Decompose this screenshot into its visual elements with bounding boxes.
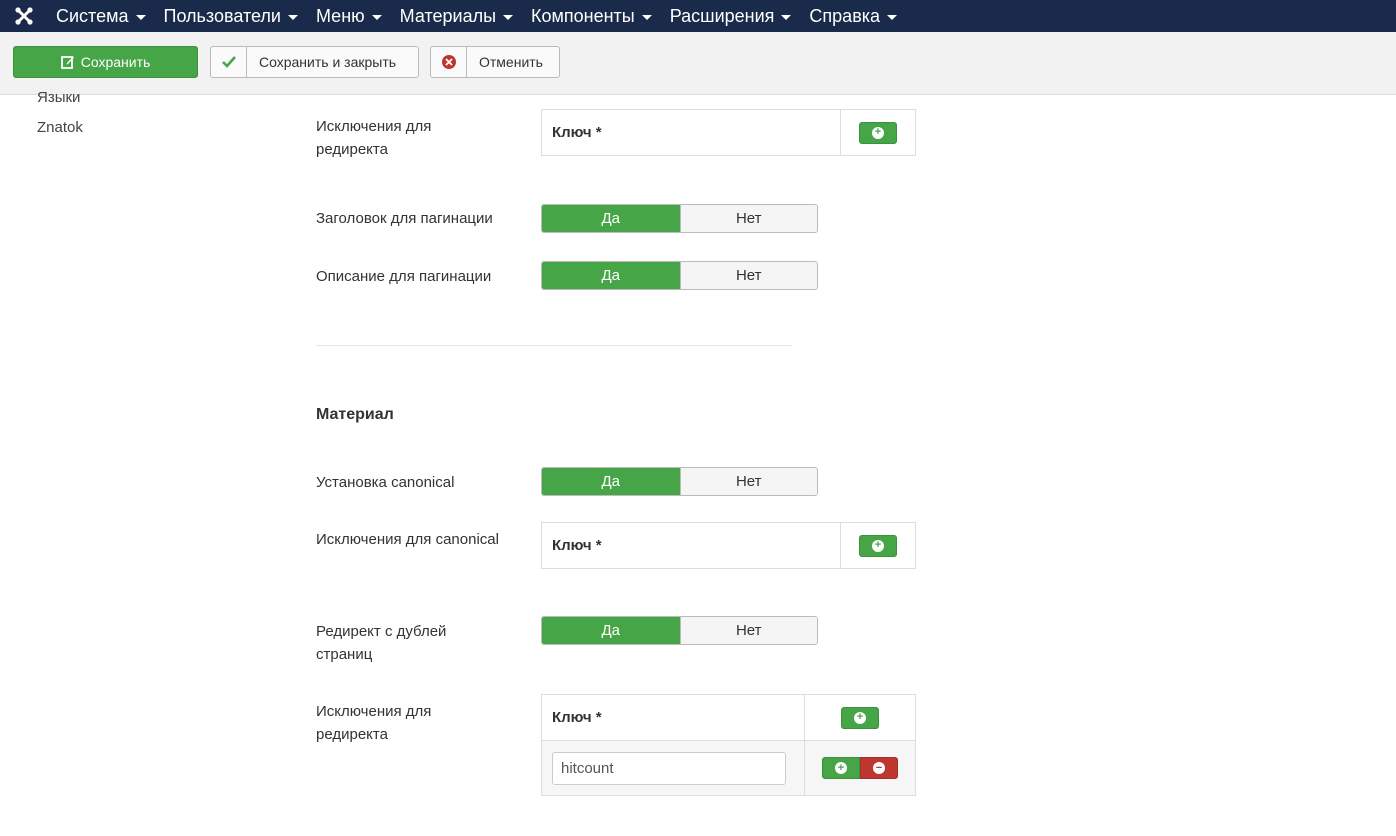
- redirect-exceptions-subform: Ключ * +: [541, 109, 916, 156]
- save-and-close-button[interactable]: Сохранить и закрыть: [210, 46, 419, 78]
- save-button[interactable]: Сохранить: [13, 46, 198, 78]
- caret-down-icon: [781, 14, 792, 20]
- nav-item-system[interactable]: Система: [48, 0, 154, 32]
- pagination-desc-label: Описание для пагинации: [316, 268, 492, 285]
- row-actions: + −: [822, 757, 898, 779]
- pagination-title-toggle: Да Нет: [541, 204, 818, 233]
- canonical-exceptions-subform: Ключ * +: [541, 522, 916, 569]
- caret-down-icon: [641, 14, 652, 20]
- section-divider: [316, 345, 792, 346]
- cancel-circle-icon: [431, 47, 467, 77]
- nav-item-extensions[interactable]: Расширения: [662, 0, 800, 32]
- canonical-label: Установка canonical: [316, 474, 455, 491]
- plus-icon: +: [854, 711, 866, 724]
- pagination-title-yes[interactable]: Да: [542, 205, 680, 232]
- plus-icon: +: [835, 762, 847, 774]
- toolbar: Сохранить Сохранить и закрыть Отменить: [0, 32, 1396, 95]
- plus-icon: +: [872, 539, 884, 552]
- joomla-logo-icon[interactable]: [0, 0, 48, 32]
- check-icon: [211, 47, 247, 77]
- canonical-toggle: Да Нет: [541, 467, 818, 496]
- redirect-exceptions-label: Исключения для редиректа: [316, 118, 432, 158]
- pagination-desc-yes[interactable]: Да: [542, 262, 680, 289]
- key-input[interactable]: [552, 751, 786, 785]
- nav-item-menus[interactable]: Меню: [308, 0, 390, 32]
- canonical-yes[interactable]: Да: [542, 468, 680, 495]
- caret-down-icon: [887, 14, 898, 20]
- pagination-desc-no[interactable]: Нет: [679, 262, 817, 289]
- pagination-title-label: Заголовок для пагинации: [316, 210, 493, 227]
- remove-row-button[interactable]: −: [860, 757, 898, 779]
- minus-icon: −: [873, 762, 885, 774]
- canonical-no[interactable]: Нет: [679, 468, 817, 495]
- redirect-exceptions-material-label: Исключения для редиректа: [316, 703, 432, 743]
- nav-item-content[interactable]: Материалы: [392, 0, 521, 32]
- add-row-button[interactable]: +: [859, 121, 897, 144]
- sidebar-item-languages[interactable]: Языки: [37, 89, 80, 106]
- pagination-title-no[interactable]: Нет: [679, 205, 817, 232]
- dup-redirect-toggle: Да Нет: [541, 616, 818, 645]
- key-input-cell: [542, 741, 805, 795]
- key-column-header: Ключ *: [542, 110, 841, 155]
- key-column-header: Ключ *: [542, 695, 805, 740]
- canonical-exceptions-label: Исключения для canonical: [316, 531, 499, 548]
- add-row-after-button[interactable]: +: [822, 757, 860, 779]
- cancel-button[interactable]: Отменить: [430, 46, 560, 78]
- plus-icon: +: [872, 126, 884, 139]
- caret-down-icon: [135, 14, 146, 20]
- add-row-button[interactable]: +: [841, 706, 879, 729]
- dup-redirect-yes[interactable]: Да: [542, 617, 680, 644]
- nav-item-components[interactable]: Компоненты: [523, 0, 660, 32]
- key-column-header: Ключ *: [542, 523, 841, 568]
- dup-redirect-no[interactable]: Нет: [679, 617, 817, 644]
- edit-icon: [60, 56, 74, 69]
- caret-down-icon: [503, 14, 514, 20]
- dup-redirect-label: Редирект с дублей страниц: [316, 623, 447, 663]
- section-title-material: Материал: [316, 406, 394, 423]
- top-navbar: Система Пользователи Меню Материалы Комп…: [0, 0, 1396, 32]
- nav-item-users[interactable]: Пользователи: [156, 0, 306, 32]
- nav-item-help[interactable]: Справка: [801, 0, 905, 32]
- caret-down-icon: [287, 14, 298, 20]
- add-row-button[interactable]: +: [859, 534, 897, 557]
- pagination-desc-toggle: Да Нет: [541, 261, 818, 290]
- sidebar-item-znatok[interactable]: Znatok: [37, 119, 83, 136]
- redirect-exceptions-material-subform: Ключ * + + −: [541, 694, 916, 796]
- caret-down-icon: [371, 14, 382, 20]
